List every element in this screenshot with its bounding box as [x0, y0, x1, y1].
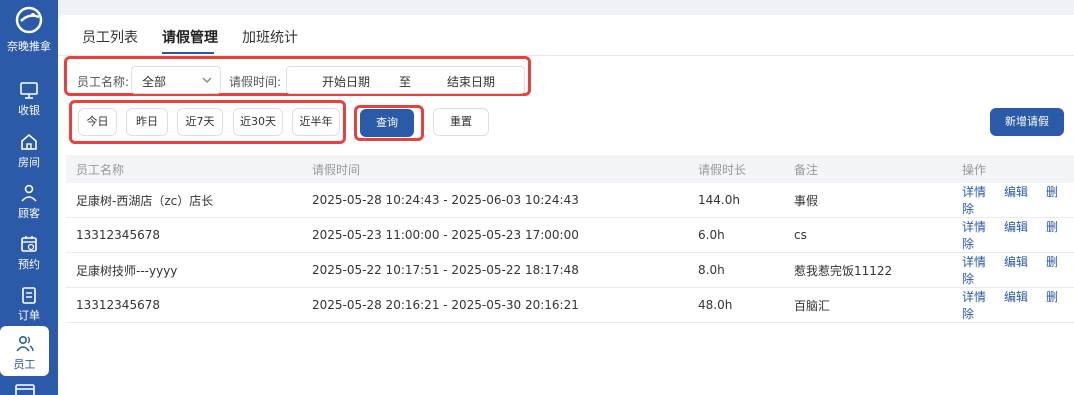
table-row: 足康树技师---yyyy 2025-05-22 10:17:51 - 2025-… [66, 252, 1074, 288]
employee-select-value: 全部 [142, 75, 167, 89]
detail-link[interactable]: 详情 [962, 185, 986, 199]
edit-link[interactable]: 编辑 [1004, 220, 1028, 234]
table-row: 足康树-西湖店（zc）店长 2025-05-28 10:24:43 - 2025… [66, 183, 1074, 218]
sidebar-item-customers[interactable]: 顾客 [0, 175, 58, 225]
cell-leave-time: 2025-05-23 11:00:00 - 2025-05-23 17:00:0… [302, 217, 688, 253]
yesterday-button[interactable]: 昨日 [126, 108, 168, 136]
start-date-input[interactable]: 开始日期 [322, 73, 370, 90]
sidebar-item-staff[interactable]: 员工 [0, 326, 49, 376]
last-half-year-button[interactable]: 近半年 [292, 108, 340, 136]
home-icon [21, 133, 37, 150]
user-icon [21, 184, 37, 202]
cell-employee: 13312345678 [66, 287, 302, 323]
end-date-input[interactable]: 结束日期 [447, 73, 495, 90]
calendar-icon [21, 236, 37, 252]
cell-duration: 6.0h [688, 217, 784, 253]
cell-actions: 详情 编辑 删除 [952, 217, 1074, 253]
header-duration: 请假时长 [688, 155, 784, 183]
employee-filter-label: 员工名称: [77, 75, 130, 89]
header-leave-time: 请假时间 [302, 155, 688, 183]
sidebar-item-rooms[interactable]: 房间 [0, 124, 58, 174]
employee-select[interactable]: 全部 [131, 66, 221, 94]
tab-bar: 员工列表 请假管理 加班统计 [58, 15, 1074, 56]
detail-link[interactable]: 详情 [962, 220, 986, 234]
edit-link[interactable]: 编辑 [1004, 290, 1028, 304]
date-range-picker[interactable]: 开始日期 至 结束日期 [286, 66, 525, 94]
cell-actions: 详情 编辑 删除 [952, 287, 1074, 323]
sidebar-item-label: 预约 [18, 258, 40, 271]
active-tab-indicator [162, 52, 214, 54]
header-employee: 员工名称 [66, 155, 302, 183]
leave-time-label: 请假时间: [229, 75, 282, 89]
sidebar-item-label: 顾客 [18, 207, 40, 220]
cashier-icon [20, 82, 38, 99]
cell-leave-time: 2025-05-28 20:16:21 - 2025-05-30 20:16:2… [302, 287, 688, 323]
cell-remark: 事假 [784, 183, 952, 218]
sidebar-item-partial[interactable] [15, 384, 35, 395]
detail-link[interactable]: 详情 [962, 290, 986, 304]
sidebar-item-orders[interactable]: 订单 [0, 277, 58, 327]
cell-remark: 惹我惹完饭11122 [784, 252, 952, 288]
edit-link[interactable]: 编辑 [1004, 255, 1028, 269]
brand-name: 奈晚推拿 [7, 40, 51, 53]
cell-remark: 百脑汇 [784, 287, 952, 323]
last-7-days-button[interactable]: 近7天 [177, 108, 223, 136]
sidebar-item-label: 收银 [18, 104, 40, 117]
table-row: 13312345678 2025-05-28 20:16:21 - 2025-0… [66, 287, 1074, 323]
sidebar: 奈晚推拿 收银 房间 顾客 预约 订单 员工 [0, 0, 58, 395]
sidebar-item-cashier[interactable]: 收银 [0, 72, 58, 122]
header-actions: 操作 [952, 155, 1074, 183]
today-button[interactable]: 今日 [78, 108, 117, 136]
staff-icon [15, 335, 34, 352]
cell-duration: 144.0h [688, 183, 784, 218]
cell-actions: 详情 编辑 删除 [952, 183, 1074, 218]
cell-leave-time: 2025-05-28 10:24:43 - 2025-06-03 10:24:4… [302, 183, 688, 218]
cell-remark: cs [784, 217, 952, 253]
order-icon [22, 287, 36, 304]
chevron-down-icon [202, 77, 212, 83]
cell-employee: 13312345678 [66, 217, 302, 253]
tab-overtime-stats[interactable]: 加班统计 [242, 27, 298, 47]
cell-duration: 48.0h [688, 287, 784, 323]
add-leave-button[interactable]: 新增请假 [990, 108, 1064, 136]
main-panel: 员工列表 请假管理 加班统计 员工名称: 全部 请假时间: 开始日期 至 结束日… [58, 15, 1074, 395]
table-row: 13312345678 2025-05-23 11:00:00 - 2025-0… [66, 217, 1074, 253]
detail-link[interactable]: 详情 [962, 255, 986, 269]
sidebar-item-label: 订单 [18, 309, 40, 322]
search-button[interactable]: 查询 [360, 109, 414, 137]
sidebar-item-label: 员工 [13, 358, 36, 371]
sidebar-item-appointments[interactable]: 预约 [0, 226, 58, 276]
cell-duration: 8.0h [688, 252, 784, 288]
reset-button[interactable]: 重置 [433, 108, 489, 136]
cell-employee: 足康树技师---yyyy [66, 252, 302, 288]
sidebar-item-label: 房间 [18, 156, 40, 169]
cell-actions: 详情 编辑 删除 [952, 252, 1074, 288]
cell-employee: 足康树-西湖店（zc）店长 [66, 183, 302, 218]
leave-table: 员工名称 请假时间 请假时长 备注 操作 足康树-西湖店（zc）店长 2025-… [66, 155, 1074, 323]
moon-logo-icon [15, 6, 43, 34]
list-icon [15, 384, 35, 395]
tab-employee-list[interactable]: 员工列表 [82, 27, 138, 47]
header-remark: 备注 [784, 155, 952, 183]
cell-leave-time: 2025-05-22 10:17:51 - 2025-05-22 18:17:4… [302, 252, 688, 288]
table-header-row: 员工名称 请假时间 请假时长 备注 操作 [66, 155, 1074, 183]
tab-leave-management[interactable]: 请假管理 [162, 27, 218, 47]
logo: 奈晚推拿 [0, 6, 58, 58]
range-separator: 至 [399, 75, 412, 89]
last-30-days-button[interactable]: 近30天 [233, 108, 283, 136]
edit-link[interactable]: 编辑 [1004, 185, 1028, 199]
